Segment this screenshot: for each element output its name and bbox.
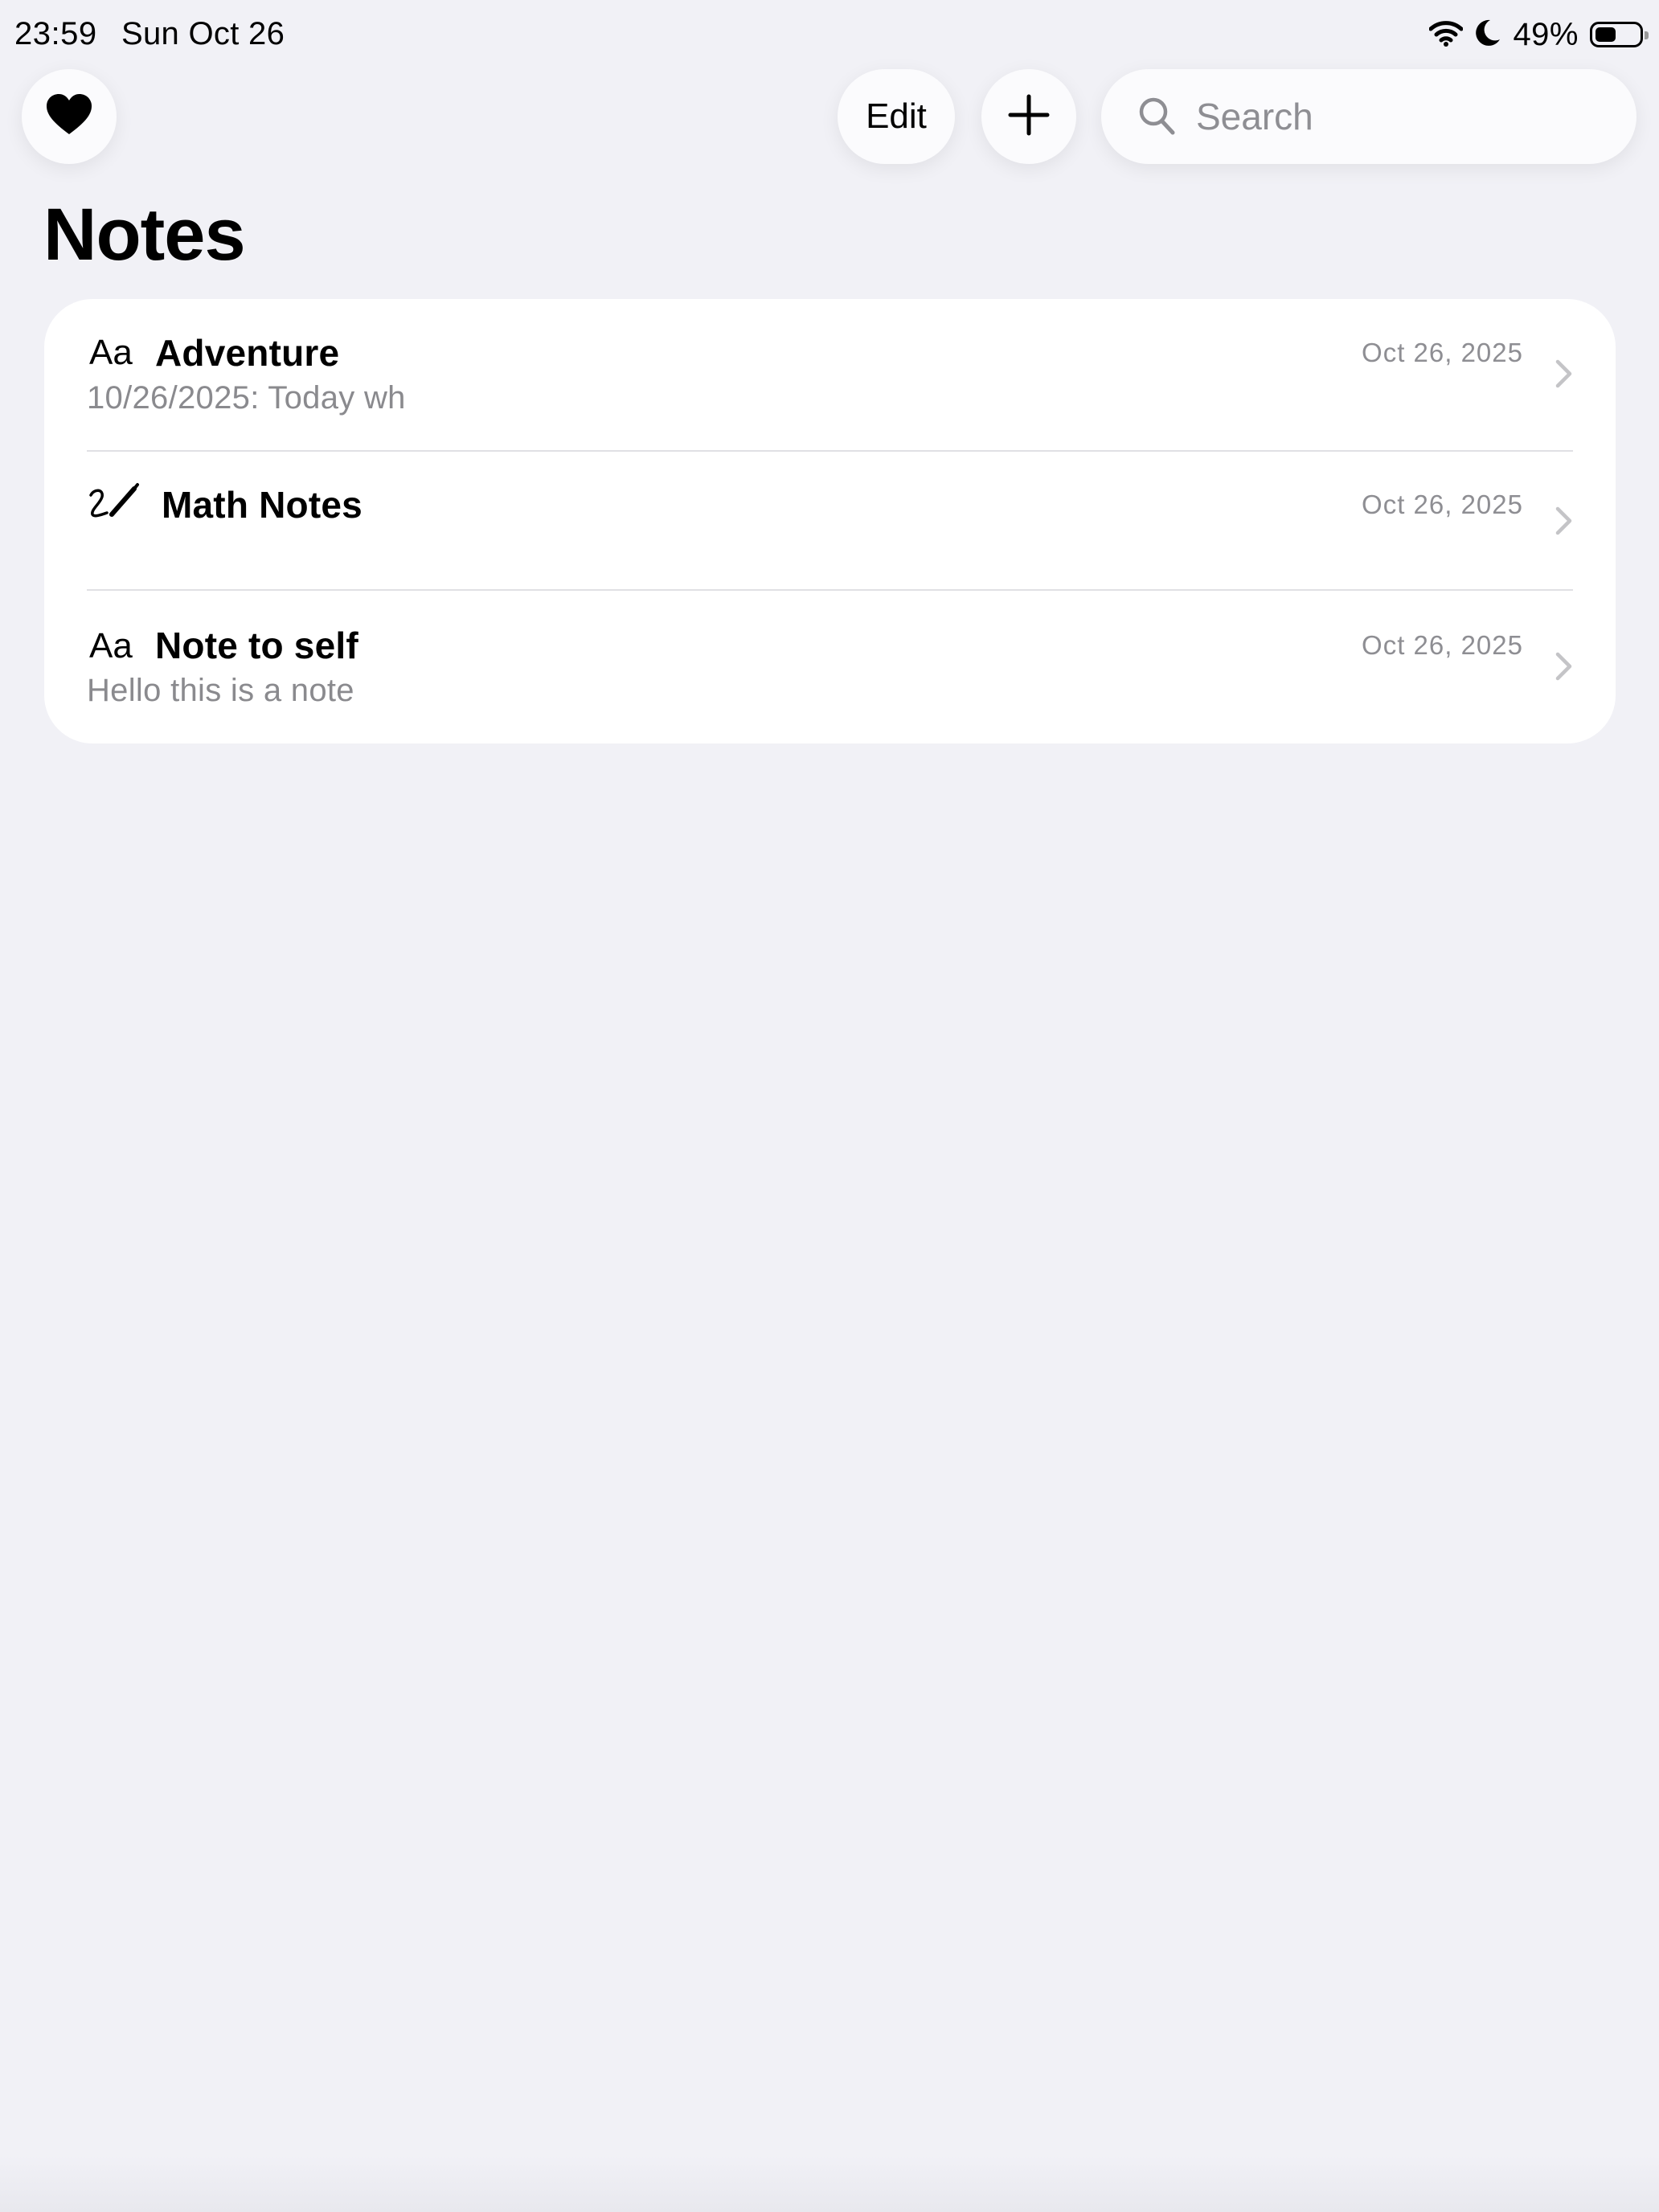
chevron-right-icon — [1555, 506, 1574, 540]
moon-icon — [1474, 18, 1501, 51]
note-row-note-to-self[interactable]: Aa Note to self Hello this is a note Oct… — [44, 591, 1616, 743]
wifi-icon — [1428, 19, 1464, 51]
chevron-right-icon — [1555, 651, 1574, 686]
heart-icon — [46, 93, 92, 140]
note-title: Adventure — [155, 332, 340, 374]
status-bar: 23:59 Sun Oct 26 49% — [0, 0, 1659, 68]
battery-icon — [1590, 22, 1649, 47]
bottom-edge-shade — [0, 2156, 1659, 2212]
notes-list: Aa Adventure 10/26/2025: Today wh Oct 26… — [44, 299, 1616, 743]
note-preview: 10/26/2025: Today wh — [87, 380, 406, 416]
favorites-button[interactable] — [22, 69, 117, 164]
battery-percent: 49% — [1513, 16, 1579, 52]
search-icon — [1138, 96, 1175, 139]
plus-icon — [1008, 94, 1050, 140]
note-row-math-notes[interactable]: Math Notes Oct 26, 2025 — [44, 452, 1616, 590]
note-row-adventure[interactable]: Aa Adventure 10/26/2025: Today wh Oct 26… — [44, 299, 1616, 451]
status-indicators: 49% — [1428, 14, 1649, 55]
battery-level-fill — [1596, 27, 1616, 42]
text-format-icon: Aa — [89, 626, 133, 666]
note-date: Oct 26, 2025 — [1362, 338, 1523, 367]
note-date: Oct 26, 2025 — [1362, 490, 1523, 519]
search-placeholder: Search — [1196, 96, 1313, 137]
note-preview: Hello this is a note — [87, 673, 354, 708]
page-title: Notes — [43, 194, 246, 276]
text-format-icon: Aa — [89, 333, 133, 372]
search-input[interactable]: Search — [1101, 69, 1636, 164]
note-date: Oct 26, 2025 — [1362, 630, 1523, 660]
note-title: Math Notes — [162, 484, 363, 526]
new-note-button[interactable] — [981, 69, 1076, 164]
status-time: 23:59 — [14, 16, 97, 51]
handwriting-icon — [88, 482, 141, 522]
status-date: Sun Oct 26 — [121, 16, 285, 51]
edit-button[interactable]: Edit — [838, 69, 955, 164]
note-title: Note to self — [155, 625, 358, 666]
chevron-right-icon — [1555, 358, 1574, 393]
battery-cap — [1645, 31, 1649, 39]
